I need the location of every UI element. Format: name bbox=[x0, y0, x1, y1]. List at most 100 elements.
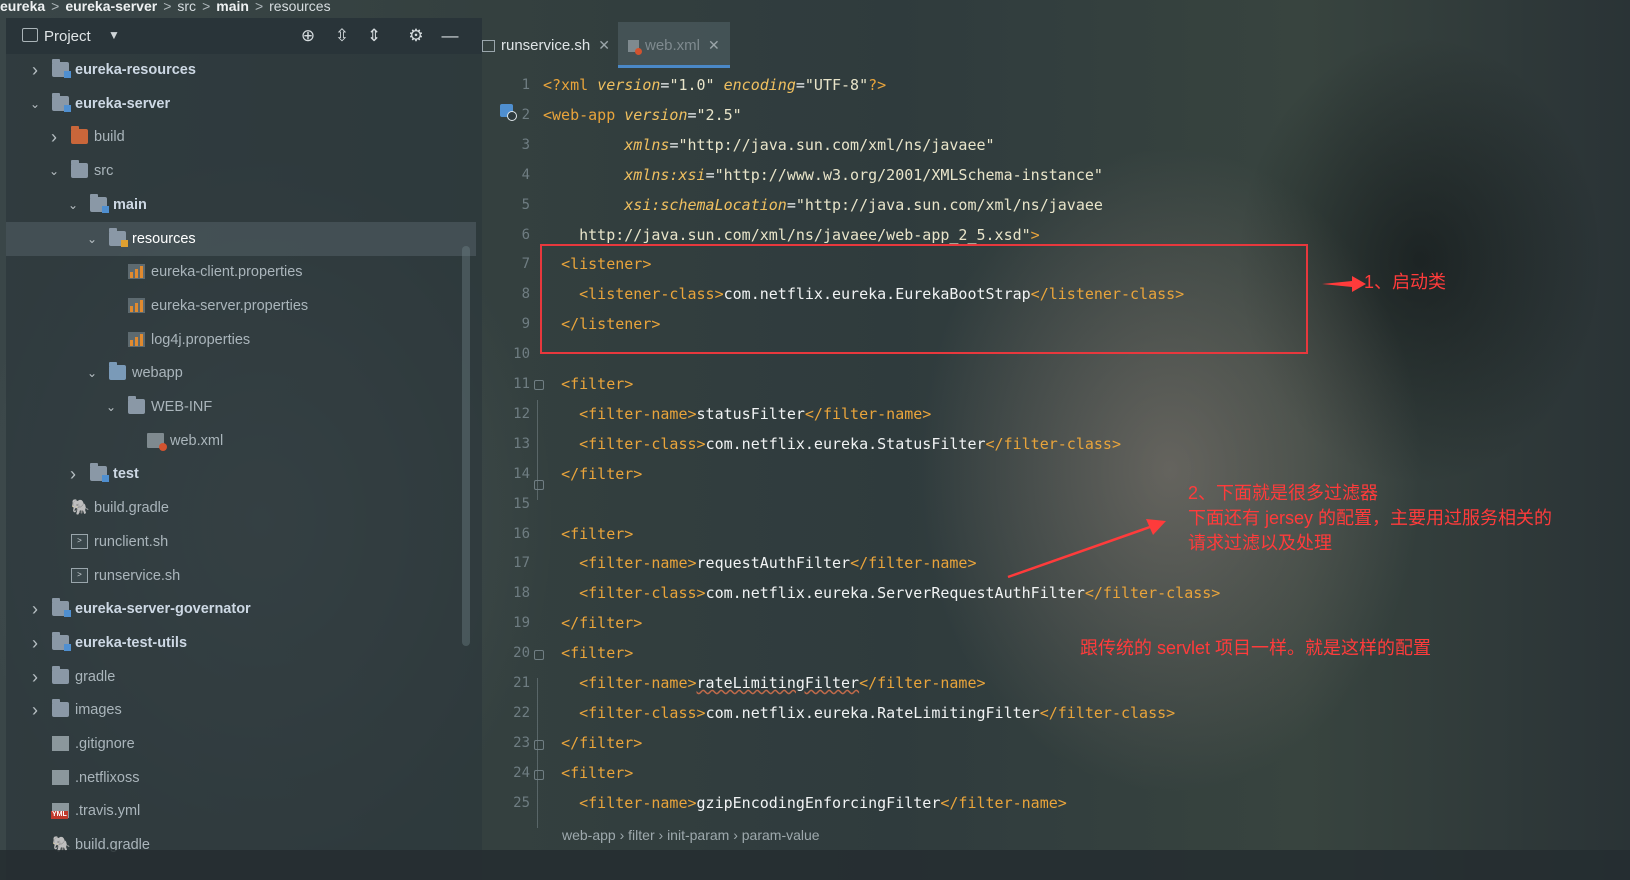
line-number: 5 bbox=[521, 196, 530, 213]
breadcrumb-item[interactable]: main bbox=[216, 0, 249, 14]
code-line[interactable]: xmlns="http://java.sun.com/xml/ns/javaee… bbox=[543, 130, 994, 160]
tree-item[interactable]: › build bbox=[6, 120, 476, 154]
vertical-scrollbar[interactable] bbox=[462, 246, 470, 646]
fold-marker-icon[interactable] bbox=[534, 480, 544, 490]
chevron-down-icon[interactable]: ⌄ bbox=[47, 154, 61, 188]
tree-item[interactable]: > runservice.sh bbox=[6, 559, 476, 593]
tree-item[interactable]: 🐘 build.gradle bbox=[6, 491, 476, 525]
tree-item[interactable]: ⌄ webapp bbox=[6, 356, 476, 390]
gear-icon[interactable]: ⚙ bbox=[406, 26, 426, 46]
tree-item[interactable]: ⌄ main bbox=[6, 188, 476, 222]
code-token: </filter-class> bbox=[1084, 584, 1221, 603]
code-token: </filter-name> bbox=[859, 674, 986, 692]
line-number: 10 bbox=[513, 346, 530, 363]
tree-item[interactable]: eureka-client.properties bbox=[6, 255, 476, 289]
tree-item-label: web.xml bbox=[170, 432, 224, 449]
web-app-gutter-icon[interactable] bbox=[500, 104, 517, 121]
tree-item-label: log4j.properties bbox=[151, 331, 251, 348]
code-line[interactable]: <filter-name>gzipEncodingEnforcingFilter… bbox=[543, 788, 1067, 818]
chevron-down-icon[interactable]: ▼ bbox=[108, 28, 120, 42]
tab-web-xml[interactable]: web.xml ✕ bbox=[618, 22, 730, 68]
chevron-right-icon[interactable]: › bbox=[47, 120, 61, 154]
tree-item[interactable]: ⌄ src bbox=[6, 154, 476, 188]
code-token: <filter-class> bbox=[579, 434, 706, 453]
chevron-right-icon[interactable]: › bbox=[28, 626, 42, 660]
chevron-down-icon[interactable]: ⌄ bbox=[28, 87, 42, 121]
chevron-down-icon[interactable]: ⌄ bbox=[104, 390, 118, 424]
annotation-startup-class: 1、启动类 bbox=[1364, 272, 1447, 292]
xml-path-item[interactable]: init-param bbox=[667, 827, 729, 843]
tree-item[interactable]: › eureka-server-governator bbox=[6, 592, 476, 626]
xml-path-item[interactable]: param-value bbox=[742, 827, 820, 843]
tree-item[interactable]: ⌄ WEB-INF bbox=[6, 390, 476, 424]
tree-item[interactable]: .gitignore bbox=[6, 727, 476, 761]
fold-marker-icon[interactable] bbox=[534, 770, 544, 780]
indent-guide bbox=[537, 678, 538, 828]
chevron-down-icon[interactable]: ⌄ bbox=[85, 222, 99, 256]
code-line[interactable]: <filter-class>com.netflix.eureka.StatusF… bbox=[543, 429, 1121, 459]
code-line[interactable]: <filter-class>com.netflix.eureka.RateLim… bbox=[543, 698, 1175, 728]
chevron-down-icon[interactable]: ⌄ bbox=[85, 356, 99, 390]
tree-item[interactable]: › test bbox=[6, 457, 476, 491]
project-panel-title[interactable]: Project bbox=[44, 28, 91, 45]
line-number: 1 bbox=[521, 77, 530, 93]
chevron-right-icon[interactable]: › bbox=[28, 53, 42, 87]
code-line[interactable]: <?xml version="1.0" encoding="UTF-8"?> bbox=[543, 70, 886, 100]
tree-item[interactable]: log4j.properties bbox=[6, 323, 476, 357]
tree-item[interactable]: eureka-server.properties bbox=[6, 289, 476, 323]
xml-path-item[interactable]: web-app bbox=[562, 827, 616, 843]
code-line[interactable]: xsi:schemaLocation="http://java.sun.com/… bbox=[543, 190, 1103, 220]
chevron-right-icon[interactable]: › bbox=[66, 457, 80, 491]
code-line[interactable]: <filter> bbox=[543, 369, 633, 399]
chevron-right-icon[interactable]: › bbox=[28, 660, 42, 694]
code-line[interactable]: </filter> bbox=[543, 728, 642, 758]
minimize-icon[interactable]: — bbox=[440, 26, 460, 46]
code-line[interactable]: xmlns:xsi="http://www.w3.org/2001/XMLSch… bbox=[543, 160, 1103, 190]
code-line[interactable]: </filter> bbox=[543, 459, 642, 489]
code-line[interactable]: <filter-name>rateLimitingFilter</filter-… bbox=[543, 668, 986, 698]
code-line[interactable]: <web-app version="2.5" bbox=[543, 100, 742, 130]
tree-item-label: eureka-resources bbox=[75, 62, 196, 78]
close-icon[interactable]: ✕ bbox=[708, 37, 720, 53]
tree-item[interactable]: .netflixoss bbox=[6, 761, 476, 795]
tree-item[interactable]: > runclient.sh bbox=[6, 525, 476, 559]
collapse-all-icon[interactable]: ⇕ bbox=[364, 26, 384, 46]
tree-item[interactable]: › images bbox=[6, 693, 476, 727]
tree-item[interactable]: YML .travis.yml bbox=[6, 794, 476, 828]
fold-marker-icon[interactable] bbox=[534, 650, 544, 660]
tab-runservice-sh[interactable]: runservice.sh ✕ bbox=[482, 22, 612, 68]
tree-item[interactable]: ⌄ resources bbox=[6, 221, 476, 256]
expand-all-icon[interactable]: ⇳ bbox=[332, 26, 352, 46]
code-line[interactable]: </filter> bbox=[543, 608, 642, 638]
code-line[interactable]: <filter> bbox=[543, 638, 633, 668]
chevron-right-icon[interactable]: › bbox=[28, 592, 42, 626]
fold-marker-icon[interactable] bbox=[534, 740, 544, 750]
fold-marker-icon[interactable] bbox=[534, 380, 544, 390]
tree-item[interactable]: web.xml bbox=[6, 424, 476, 458]
chevron-right-icon[interactable]: › bbox=[28, 693, 42, 727]
xml-path-item[interactable]: filter bbox=[628, 827, 654, 843]
locate-file-icon[interactable]: ⊕ bbox=[298, 26, 318, 46]
tree-item[interactable]: › eureka-resources bbox=[6, 53, 476, 87]
tree-item[interactable]: › gradle bbox=[6, 660, 476, 694]
breadcrumb-item[interactable]: resources bbox=[269, 0, 330, 14]
line-number: 11 bbox=[513, 376, 530, 392]
tree-item-label: build bbox=[94, 129, 125, 146]
close-icon[interactable]: ✕ bbox=[598, 37, 610, 53]
line-number: 8 bbox=[521, 286, 530, 303]
breadcrumb-item[interactable]: src bbox=[177, 0, 196, 14]
code-line[interactable]: <filter-name>statusFilter</filter-name> bbox=[543, 399, 931, 429]
yml-file-icon: YML bbox=[51, 803, 69, 820]
code-line[interactable]: <filter> bbox=[543, 758, 633, 788]
tree-item[interactable]: ⌄ eureka-server bbox=[6, 87, 476, 121]
tree-item[interactable]: › eureka-test-utils bbox=[6, 626, 476, 660]
chevron-down-icon[interactable]: ⌄ bbox=[66, 188, 80, 222]
code-line[interactable]: <filter> bbox=[543, 519, 633, 549]
breadcrumb-item[interactable]: eureka bbox=[0, 0, 45, 14]
code-line[interactable]: <filter-name>requestAuthFilter</filter-n… bbox=[543, 548, 976, 578]
code-token: = bbox=[687, 105, 697, 124]
breadcrumb-item[interactable]: eureka-server bbox=[65, 0, 157, 14]
